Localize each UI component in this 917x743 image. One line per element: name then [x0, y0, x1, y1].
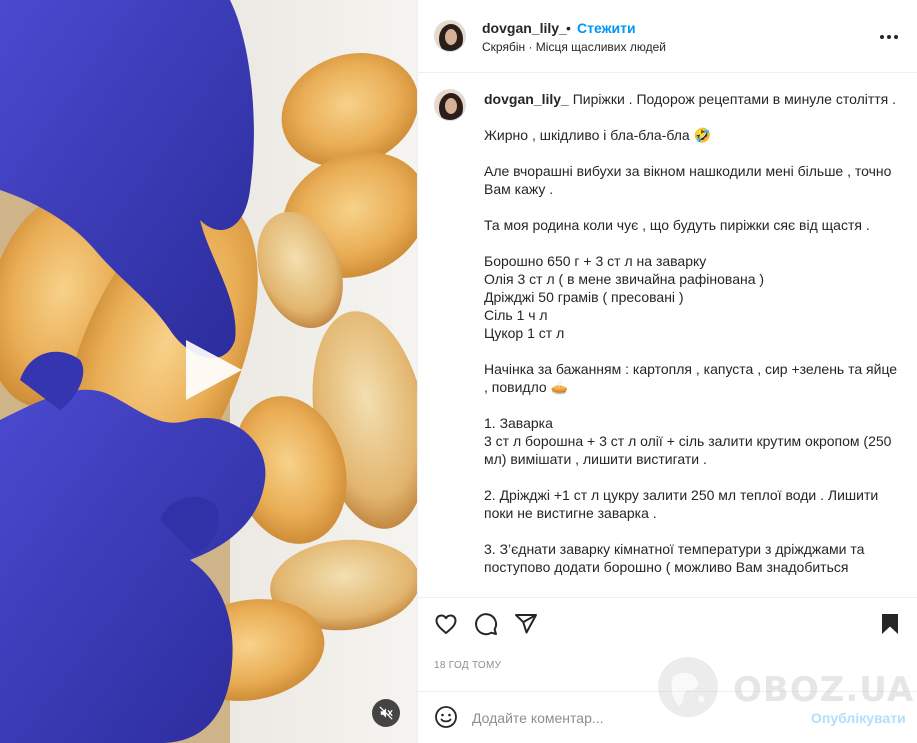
heart-icon: [435, 614, 457, 634]
caption-avatar[interactable]: [434, 89, 466, 121]
author-avatar[interactable]: [434, 20, 466, 52]
comment-form: Опублікувати: [418, 691, 917, 743]
paper-plane-icon: [515, 614, 537, 634]
post-header: dovgan_lily_ • Стежити Скрябін · Місця щ…: [418, 0, 917, 73]
post-side-panel: dovgan_lily_ • Стежити Скрябін · Місця щ…: [417, 0, 917, 743]
muted-speaker-icon: [379, 706, 393, 720]
header-separator: •: [566, 20, 571, 36]
save-button[interactable]: [878, 612, 904, 638]
author-username[interactable]: dovgan_lily_: [482, 20, 567, 36]
caption-body: Пиріжки . Подорож рецептами в минуле сто…: [484, 91, 898, 575]
audio-artist[interactable]: Скрябін: [482, 40, 525, 54]
like-button[interactable]: [434, 612, 460, 638]
audio-track[interactable]: Місця щасливих людей: [536, 40, 666, 54]
more-options-button[interactable]: [878, 26, 900, 48]
play-button[interactable]: [178, 336, 246, 404]
comment-input[interactable]: [472, 706, 802, 730]
more-options-icon: [880, 35, 884, 39]
share-button[interactable]: [514, 612, 540, 638]
publish-button[interactable]: Опублікувати: [811, 710, 906, 726]
smiley-icon: [435, 706, 457, 728]
play-icon: [186, 340, 242, 400]
post-timestamp[interactable]: 18 ГОД ТОМУ: [434, 660, 501, 671]
post-actions: [418, 597, 917, 649]
mute-toggle-button[interactable]: [372, 699, 400, 727]
emoji-picker-button[interactable]: [434, 705, 460, 731]
comment-icon: [475, 613, 498, 636]
audio-info: Скрябін · Місця щасливих людей: [482, 40, 666, 54]
follow-button[interactable]: Стежити: [577, 20, 636, 36]
audio-separator: ·: [525, 40, 536, 54]
post-video[interactable]: [0, 0, 417, 743]
comment-button[interactable]: [474, 612, 500, 638]
bookmark-icon: [882, 614, 898, 634]
caption-username[interactable]: dovgan_lily_: [484, 91, 569, 107]
caption-text: dovgan_lily_ Пиріжки . Подорож рецептами…: [484, 90, 898, 576]
post-caption: dovgan_lily_ Пиріжки . Подорож рецептами…: [418, 73, 917, 597]
